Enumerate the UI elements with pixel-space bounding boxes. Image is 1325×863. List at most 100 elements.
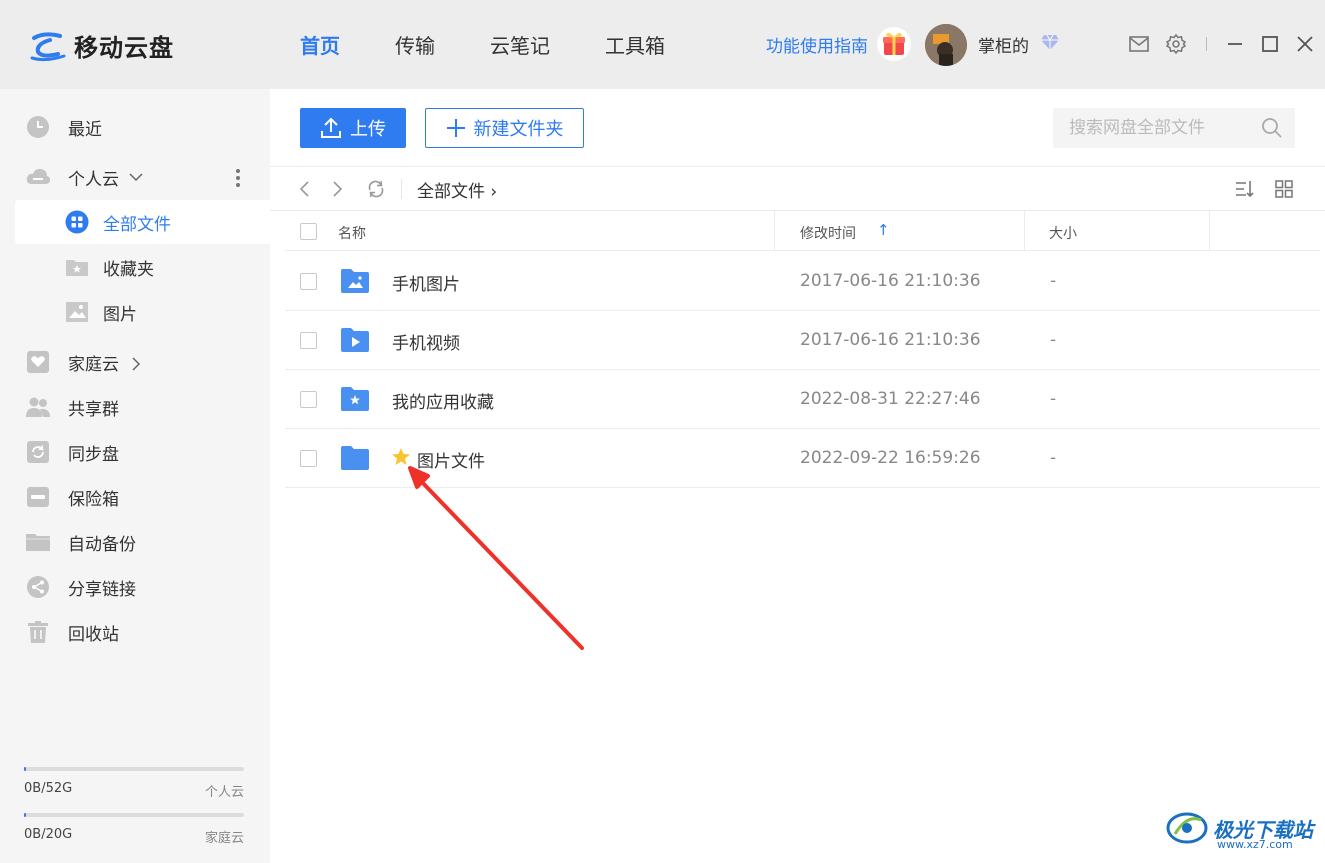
refresh-icon[interactable] bbox=[366, 179, 386, 199]
breadcrumb-bar: 全部文件 › bbox=[270, 167, 1325, 211]
storage-label: 家庭云 bbox=[204, 831, 244, 846]
trash-icon bbox=[28, 621, 48, 643]
file-name[interactable]: 手机视频 bbox=[392, 329, 460, 354]
sidebar-item-recent[interactable]: 最近 bbox=[0, 107, 270, 147]
tab-notes[interactable]: 云笔记 bbox=[490, 30, 550, 59]
storage-label: 个人云 bbox=[204, 785, 244, 800]
table-header: 名称 修改时间 ↑ 大小 bbox=[285, 211, 1320, 251]
sidebar-item-label: 回收站 bbox=[68, 624, 119, 645]
forward-icon[interactable] bbox=[327, 179, 347, 199]
row-checkbox[interactable] bbox=[300, 332, 317, 349]
chevron-right-icon[interactable] bbox=[130, 356, 142, 372]
sidebar-item-auto-backup[interactable]: 自动备份 bbox=[0, 522, 270, 562]
column-size[interactable]: 大小 bbox=[1049, 223, 1077, 243]
tab-transfer[interactable]: 传输 bbox=[395, 30, 435, 59]
main-panel: 上传 新建文件夹 全部文件 › bbox=[270, 89, 1325, 863]
image-folder-icon bbox=[341, 269, 369, 293]
minimize-icon[interactable] bbox=[1224, 33, 1246, 55]
sync-icon bbox=[27, 441, 49, 463]
breadcrumb[interactable]: 全部文件 › bbox=[417, 177, 497, 202]
file-mtime: 2017-06-16 21:10:36 bbox=[800, 330, 981, 350]
select-all-checkbox[interactable] bbox=[300, 223, 317, 240]
sort-ascending-icon[interactable]: ↑ bbox=[877, 221, 890, 239]
table-row[interactable]: 手机图片 2017-06-16 21:10:36 - bbox=[285, 252, 1320, 311]
sidebar-item-label: 全部文件 bbox=[103, 214, 171, 235]
storage-fill bbox=[24, 813, 27, 817]
sort-icon[interactable] bbox=[1234, 179, 1254, 199]
guide-link[interactable]: 功能使用指南 bbox=[766, 32, 868, 57]
clock-icon bbox=[27, 116, 49, 138]
breadcrumb-separator bbox=[401, 179, 402, 199]
group-icon bbox=[26, 397, 50, 417]
sidebar-item-family-cloud[interactable]: 家庭云 bbox=[0, 342, 270, 382]
file-size: - bbox=[1050, 271, 1057, 291]
column-name[interactable]: 名称 bbox=[338, 223, 366, 243]
sidebar-item-all-files[interactable]: 全部文件 bbox=[15, 200, 270, 244]
search-icon[interactable] bbox=[1261, 117, 1283, 139]
back-icon[interactable] bbox=[295, 179, 315, 199]
top-bar: 移动云盘 首页 传输 云笔记 工具箱 功能使用指南 掌柜的 bbox=[0, 0, 1325, 89]
gear-icon[interactable] bbox=[1165, 33, 1187, 55]
sidebar-item-sync-disk[interactable]: 同步盘 bbox=[0, 432, 270, 472]
grid-view-icon[interactable] bbox=[1274, 179, 1294, 199]
image-icon bbox=[66, 302, 88, 322]
search-input[interactable] bbox=[1053, 108, 1253, 148]
tab-home[interactable]: 首页 bbox=[300, 30, 340, 59]
avatar[interactable] bbox=[925, 24, 967, 66]
cloud-logo-icon bbox=[30, 31, 66, 61]
app-logo: 移动云盘 bbox=[30, 28, 174, 63]
sidebar-item-favorites[interactable]: 收藏夹 bbox=[15, 245, 270, 289]
file-name[interactable]: 手机图片 bbox=[392, 270, 460, 295]
table-row[interactable]: 我的应用收藏 2022-08-31 22:27:46 - bbox=[285, 370, 1320, 429]
sidebar-item-share-links[interactable]: 分享链接 bbox=[0, 567, 270, 607]
more-options-icon[interactable] bbox=[236, 169, 240, 189]
folder-icon bbox=[341, 446, 369, 470]
video-folder-icon bbox=[341, 328, 369, 352]
storage-fill bbox=[24, 767, 27, 771]
row-checkbox[interactable] bbox=[300, 391, 317, 408]
maximize-icon[interactable] bbox=[1259, 33, 1281, 55]
file-name[interactable]: 我的应用收藏 bbox=[392, 388, 494, 413]
sidebar-item-images[interactable]: 图片 bbox=[15, 290, 270, 334]
upload-button[interactable]: 上传 bbox=[300, 108, 406, 148]
storage-used: 0B/20G bbox=[24, 827, 73, 842]
storage-used: 0B/52G bbox=[24, 781, 73, 796]
file-mtime: 2022-08-31 22:27:46 bbox=[800, 389, 981, 409]
sidebar-item-personal-cloud[interactable]: 个人云 bbox=[0, 157, 270, 197]
sidebar-item-recycle-bin[interactable]: 回收站 bbox=[0, 612, 270, 652]
row-checkbox[interactable] bbox=[300, 273, 317, 290]
sidebar-item-label: 个人云 bbox=[68, 169, 119, 190]
toolbar-separator bbox=[1206, 37, 1207, 51]
upload-icon bbox=[321, 117, 341, 138]
gift-icon[interactable] bbox=[876, 26, 912, 62]
column-separator bbox=[1209, 211, 1210, 251]
column-mtime[interactable]: 修改时间 bbox=[800, 223, 856, 243]
cloud-icon bbox=[26, 168, 51, 184]
sidebar-item-label: 共享群 bbox=[68, 399, 119, 420]
username[interactable]: 掌柜的 bbox=[978, 32, 1029, 57]
star-folder-icon bbox=[66, 260, 88, 276]
sidebar-item-safe[interactable]: 保险箱 bbox=[0, 477, 270, 517]
share-icon bbox=[27, 576, 49, 598]
close-icon[interactable] bbox=[1294, 33, 1316, 55]
starred-icon bbox=[392, 448, 410, 465]
new-folder-button[interactable]: 新建文件夹 bbox=[425, 108, 584, 148]
file-name[interactable]: 图片文件 bbox=[417, 447, 485, 472]
watermark: 极光下载站 www.xz7.com bbox=[1165, 808, 1313, 851]
tab-toolbox[interactable]: 工具箱 bbox=[605, 30, 665, 59]
top-nav: 首页 传输 云笔记 工具箱 bbox=[300, 30, 720, 59]
table-row[interactable]: 手机视频 2017-06-16 21:10:36 - bbox=[285, 311, 1320, 370]
sidebar-item-share-group[interactable]: 共享群 bbox=[0, 387, 270, 427]
chevron-down-icon[interactable] bbox=[128, 171, 144, 183]
column-separator bbox=[774, 211, 775, 251]
sidebar-item-label: 自动备份 bbox=[68, 534, 136, 555]
file-mtime: 2022-09-22 16:59:26 bbox=[800, 448, 981, 468]
heart-icon bbox=[27, 351, 49, 373]
row-checkbox[interactable] bbox=[300, 450, 317, 467]
mail-icon[interactable] bbox=[1128, 33, 1150, 55]
column-separator bbox=[1024, 211, 1025, 251]
file-mtime: 2017-06-16 21:10:36 bbox=[800, 271, 981, 291]
file-size: - bbox=[1050, 389, 1057, 409]
sidebar-item-label: 最近 bbox=[68, 119, 102, 140]
table-row[interactable]: 图片文件 2022-09-22 16:59:26 - bbox=[285, 429, 1320, 488]
